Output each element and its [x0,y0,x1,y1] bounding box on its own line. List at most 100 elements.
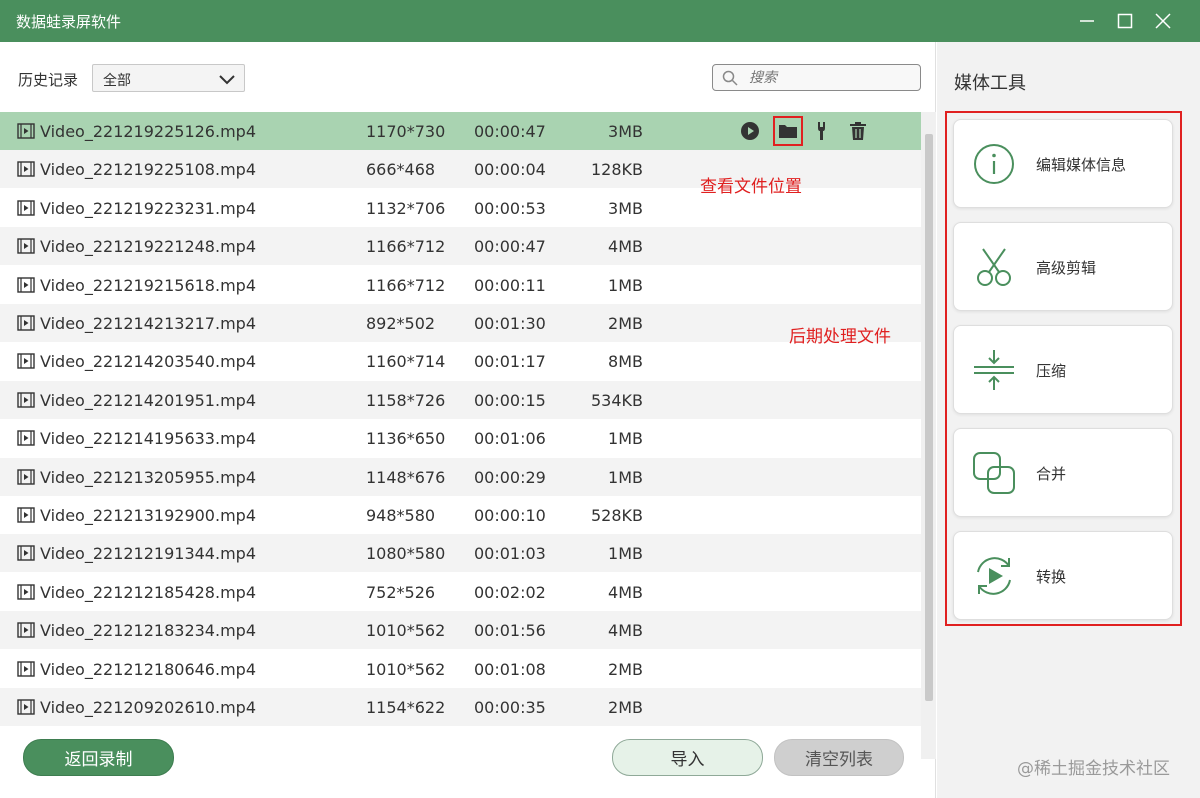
merge-icon [972,451,1016,495]
file-duration: 00:00:47 [474,122,546,141]
file-name: Video_221212180646.mp4 [40,659,256,679]
watermark: @稀土掘金技术社区 [1017,759,1170,779]
search-icon [722,70,738,86]
file-name: Video_221212185428.mp4 [40,582,256,602]
annotation-post-process: 后期处理文件 [789,327,891,347]
delete-button[interactable] [846,119,870,143]
video-file-icon [17,238,35,258]
file-resolution: 948*580 [366,506,436,525]
file-name: Video_221214195633.mp4 [40,429,256,449]
video-file-icon [17,622,35,642]
open-folder-button[interactable] [773,116,803,146]
maximize-icon [1117,13,1133,29]
row-actions [738,116,870,146]
file-row[interactable]: Video_221212183234.mp4 1010*562 00:01:56 4M… [0,611,921,650]
file-row[interactable]: Video_221212180646.mp4 1010*562 00:01:08 2M… [0,650,921,688]
scissors-icon [972,245,1016,289]
file-row[interactable]: Video_221212185428.mp4 752*526 00:02:02 4MB [0,573,921,611]
file-duration: 00:01:56 [474,621,546,641]
file-duration: 00:00:53 [474,198,546,218]
file-duration: 00:02:02 [474,582,546,602]
tool-label: 压缩 [1036,362,1067,380]
file-name: Video_221219225126.mp4 [40,122,256,141]
file-row[interactable]: Video_221212191344.mp4 1080*580 00:01:03 1M… [0,534,921,573]
file-row[interactable]: Video_221219215618.mp4 1166*712 00:00:11 1M… [0,266,921,304]
file-resolution: 1010*562 [366,659,446,679]
history-pane: 历史记录 全部 Video_221219225126.mp4 1170*730 00… [0,42,936,798]
video-file-icon [17,430,35,450]
minimize-button[interactable] [1072,6,1102,36]
media-tools-pane: 媒体工具 编辑媒体信息 高级剪辑 压缩 合并 转换 @稀土掘金技术社区 [937,42,1200,798]
file-name: Video_221212191344.mp4 [40,544,256,564]
wrench-icon [818,122,825,140]
file-row[interactable]: Video_221219221248.mp4 1166*712 00:00:47 4M… [0,227,921,266]
window-title: 数据蛙录屏软件 [16,13,122,31]
file-row[interactable]: Video_221209202610.mp4 1154*622 00:00:35 2M… [0,688,921,726]
file-resolution: 752*526 [366,582,436,602]
video-file-icon [17,545,35,565]
tool-advanced-edit[interactable]: 高级剪辑 [953,222,1173,311]
file-name: Video_221219215618.mp4 [40,275,256,295]
video-file-icon [17,584,35,604]
file-size: 534KB [590,390,643,410]
import-button[interactable]: 导入 [612,739,763,776]
file-row[interactable]: Video_221214203540.mp4 1160*714 00:01:17 8M… [0,342,921,380]
search-input[interactable] [749,67,909,89]
file-name: Video_221213205955.mp4 [40,467,256,487]
compress-icon [972,348,1016,392]
file-row[interactable]: Video_221214195633.mp4 1136*650 00:01:06 1M… [0,419,921,457]
clear-list-button[interactable]: 清空列表 [774,739,904,776]
tool-edit-media-info[interactable]: 编辑媒体信息 [953,119,1173,208]
file-duration: 00:00:35 [474,698,546,717]
file-size: 128KB [590,160,643,180]
scrollbar[interactable] [921,112,936,759]
play-button[interactable] [738,119,762,143]
file-duration: 00:01:17 [474,352,546,372]
file-resolution: 1166*712 [366,237,446,257]
tool-convert[interactable]: 转换 [953,531,1173,620]
file-size: 3MB [608,122,643,141]
maximize-button[interactable] [1110,6,1140,36]
file-size: 1MB [608,467,643,487]
tool-label: 高级剪辑 [1036,259,1097,277]
back-to-record-button[interactable]: 返回录制 [23,739,174,776]
video-file-icon [17,660,35,681]
file-resolution: 1148*676 [366,467,446,487]
file-name: Video_221213192900.mp4 [40,506,256,525]
file-row[interactable]: Video_221214201951.mp4 1158*726 00:00:15 53… [0,380,921,419]
tools-button[interactable] [813,119,837,143]
file-size: 1MB [608,544,643,564]
close-button[interactable] [1148,6,1178,36]
video-file-icon [17,276,35,297]
file-duration: 00:00:15 [474,390,546,410]
video-file-icon [17,392,35,412]
file-size: 4MB [608,621,643,641]
file-duration: 00:00:29 [474,467,546,487]
tool-label: 编辑媒体信息 [1036,156,1127,174]
tool-label: 合并 [1036,465,1067,483]
media-tools-title: 媒体工具 [954,73,1026,94]
file-row[interactable]: Video_221219225126.mp4 1170*730 00:00:47 3M… [0,112,921,150]
video-file-icon [17,353,35,373]
scrollbar-thumb[interactable] [925,134,933,701]
history-label: 历史记录 [18,71,79,89]
search-box[interactable] [712,64,921,91]
file-row[interactable]: Video_221214213217.mp4 892*502 00:01:30 2MB [0,304,921,342]
video-file-icon [17,123,35,143]
video-file-icon [17,699,35,719]
tool-compress[interactable]: 压缩 [953,325,1173,414]
file-size: 2MB [608,659,643,679]
convert-icon [972,554,1016,598]
file-resolution: 1010*562 [366,621,446,641]
tool-merge[interactable]: 合并 [953,428,1173,517]
file-row[interactable]: Video_221213192900.mp4 948*580 00:00:10 528… [0,496,921,534]
file-row[interactable]: Video_221213205955.mp4 1148*676 00:00:29 1M… [0,457,921,496]
video-file-icon [17,200,35,220]
file-name: Video_221209202610.mp4 [40,698,256,717]
video-file-icon [17,468,35,489]
file-duration: 00:00:04 [474,160,546,180]
trash-icon [850,122,866,140]
tool-label: 转换 [1036,568,1067,586]
video-file-icon [17,507,35,527]
history-filter-select[interactable]: 全部 [92,64,245,92]
